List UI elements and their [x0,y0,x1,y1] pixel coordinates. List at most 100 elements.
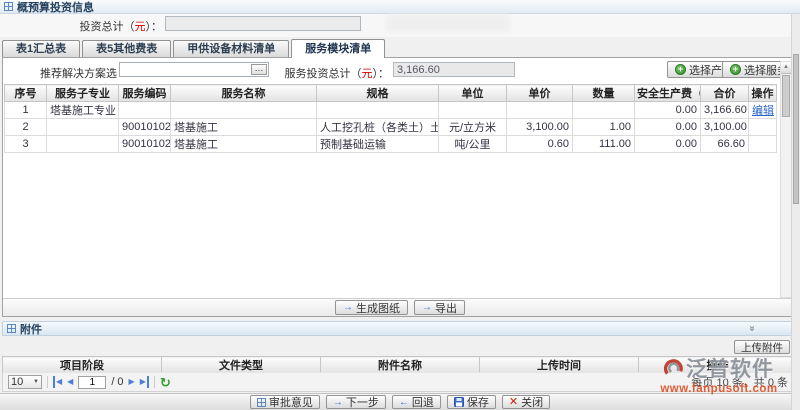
cell-name: 塔基施工 [171,119,317,136]
col-attachment-name[interactable]: 附件名称 [321,357,480,374]
prev-page-button[interactable]: ◀ [67,376,73,388]
form-icon [4,2,13,11]
cell-qty [573,102,635,119]
tab-summary-table1[interactable]: 表1汇总表 [2,40,80,57]
col-service-name[interactable]: 服务名称 [171,85,317,102]
cell-qty: 111.00 [573,136,635,153]
attachments-header-row: 项目阶段 文件类型 附件名称 上传时间 操作 [3,357,797,374]
arrow-right-icon: → [333,397,343,408]
col-operation[interactable]: 操作 [749,85,777,102]
plus-icon: + [675,64,686,75]
review-icon [257,398,266,407]
service-items-table: 序号 服务子专业 服务编码 服务名称 规格 单位 单价 数量 安全生产费（元 合… [4,84,777,153]
col-service-sub-specialty[interactable]: 服务子专业 [47,85,119,102]
arrow-right-icon: → [422,302,432,313]
collapse-icon[interactable]: « [747,326,758,332]
cell-seq: 3 [5,136,47,153]
close-button[interactable]: ✕ 关闭 [502,395,550,409]
investment-total-input[interactable] [165,16,361,31]
export-label: 导出 [435,300,457,316]
cell-seq: 2 [5,119,47,136]
cell-op [749,119,777,136]
divider [154,376,155,388]
edit-link[interactable]: 编辑 [752,105,774,117]
table-row[interactable]: 1 塔基施工专业 0.00 3,166.60 编辑 [5,102,777,119]
upload-attachment-button[interactable]: 上传附件 [734,340,790,354]
next-step-button[interactable]: → 下一步 [326,395,386,409]
window-title-bar: 概预算投资信息 [0,0,800,14]
page-title: 概预算投资信息 [17,0,94,15]
cell-code: 900101020... [119,119,171,136]
total-pages-label: / 0 [111,376,123,388]
rollback-button[interactable]: ← 回退 [392,395,441,409]
cell-spec [317,102,439,119]
cell-price: 0.60 [507,136,573,153]
col-operation[interactable]: 操作 [639,357,797,374]
cell-name [171,102,317,119]
cell-total: 3,166.60 [701,102,749,119]
divider [47,376,48,388]
attachments-header: 附件 « [2,321,796,336]
cell-code: 900101021... [119,136,171,153]
refresh-icon[interactable]: ↻ [160,376,171,389]
rollback-label: 回退 [412,394,434,410]
solution-select-input[interactable]: … [119,62,269,77]
cell-total: 66.60 [701,136,749,153]
cell-unit: 吨/公里 [439,136,507,153]
pagination-bar: 10 ▼ ◀ ◀ / 0 ▶ ▶ ↻ 每页 10 条，共 0 条 [2,372,796,392]
cell-seq: 1 [5,102,47,119]
attachments-title: 附件 [20,321,42,337]
scroll-up-icon[interactable]: ▲ [781,62,791,74]
col-seq[interactable]: 序号 [5,85,47,102]
table-action-row: → 生成图纸 → 导出 [3,298,797,316]
col-safety-fee[interactable]: 安全生产费（元 [635,85,701,102]
solution-lookup-button[interactable]: … [251,64,267,75]
cell-price [507,102,573,119]
col-unit[interactable]: 单位 [439,85,507,102]
col-total-price[interactable]: 合价 [701,85,749,102]
cell-spec: 预制基础运输 [317,136,439,153]
next-page-button[interactable]: ▶ [129,376,135,388]
scrollbar-thumb[interactable] [793,54,799,204]
last-page-button[interactable]: ▶ [140,376,149,388]
tab-service-module-list[interactable]: 服务模块清单 [291,39,385,58]
cell-spec: 人工挖孔桩（各类土）土方量30立方米以上 [317,119,439,136]
cell-safety: 0.00 [635,119,701,136]
export-button[interactable]: → 导出 [414,300,465,315]
cell-safety: 0.00 [635,136,701,153]
page-scrollbar[interactable] [791,14,800,410]
save-button[interactable]: 保存 [447,395,496,409]
generate-drawing-label: 生成图纸 [356,300,400,316]
tab-other-fee-table5[interactable]: 表5其他费表 [82,40,171,57]
page-size-select[interactable]: 10 ▼ [8,375,42,389]
scrollbar-thumb[interactable] [782,75,790,117]
col-upload-time[interactable]: 上传时间 [480,357,639,374]
table-row[interactable]: 3 900101021... 塔基施工 预制基础运输 吨/公里 0.60 111… [5,136,777,153]
save-label: 保存 [467,394,489,410]
col-service-code[interactable]: 服务编码 [119,85,171,102]
service-total-value: 3,166.60 [393,62,515,77]
cell-op [749,136,777,153]
cell-unit: 元/立方米 [439,119,507,136]
page-size-value: 10 [11,376,23,388]
cell-price: 3,100.00 [507,119,573,136]
close-icon: ✕ [509,397,518,407]
first-page-button[interactable]: ◀ [53,376,62,388]
next-step-label: 下一步 [346,394,379,410]
review-opinion-button[interactable]: 审批意见 [250,395,320,409]
col-unit-price[interactable]: 单价 [507,85,573,102]
plus-icon: + [730,64,741,75]
generate-drawing-button[interactable]: → 生成图纸 [335,300,408,315]
col-file-type[interactable]: 文件类型 [162,357,321,374]
footer-toolbar: 审批意见 → 下一步 ← 回退 保存 ✕ 关闭 [0,393,800,410]
attachment-icon [7,324,16,333]
cell-name: 塔基施工 [171,136,317,153]
col-spec[interactable]: 规格 [317,85,439,102]
page-number-input[interactable] [78,376,106,389]
close-label: 关闭 [521,394,543,410]
tab-owner-supplied-equipment-list[interactable]: 甲供设备材料清单 [173,40,289,57]
col-quantity[interactable]: 数量 [573,85,635,102]
col-project-stage[interactable]: 项目阶段 [3,357,162,374]
table-row[interactable]: 2 900101020... 塔基施工 人工挖孔桩（各类土）土方量30立方米以上… [5,119,777,136]
pagination-summary: 每页 10 条，共 0 条 [691,374,790,390]
